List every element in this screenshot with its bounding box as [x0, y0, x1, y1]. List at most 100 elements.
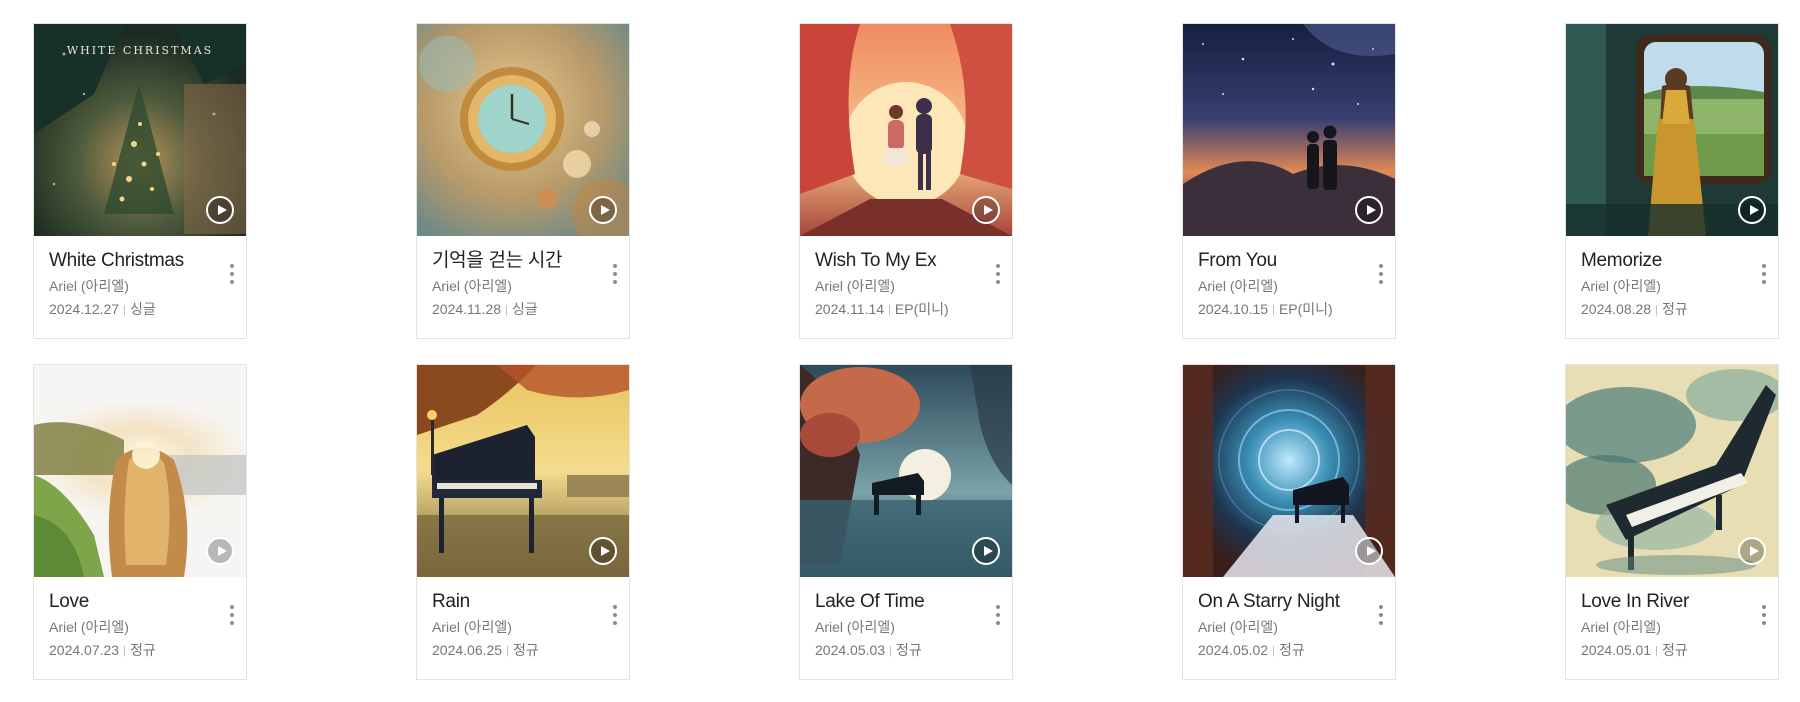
more-options-icon[interactable] [994, 605, 1002, 629]
play-icon[interactable] [1355, 196, 1383, 224]
album-card[interactable]: On A Starry Night Ariel (아리엘) 2024.05.02… [1182, 364, 1396, 680]
play-icon[interactable] [206, 196, 234, 224]
more-options-icon[interactable] [1760, 605, 1768, 629]
play-icon[interactable] [206, 537, 234, 565]
release-date: 2024.05.03 [815, 642, 886, 658]
album-info: Wish To My Ex Ariel (아리엘) 2024.11.14 | EP(… [815, 250, 982, 320]
more-options-icon[interactable] [1760, 264, 1768, 288]
separator: | [1655, 645, 1658, 657]
album-meta: 2024.10.15 | EP(미니) [1198, 300, 1365, 320]
play-icon[interactable] [589, 196, 617, 224]
separator: | [505, 304, 508, 316]
separator: | [1272, 645, 1275, 657]
play-icon[interactable] [1355, 537, 1383, 565]
album-card[interactable]: Rain Ariel (아리엘) 2024.06.25 | 정규 [416, 364, 630, 680]
album-type: 정규 [1661, 301, 1688, 317]
album-cover[interactable] [34, 365, 246, 577]
album-artist[interactable]: Ariel (아리엘) [1198, 618, 1365, 636]
separator: | [1655, 304, 1658, 316]
more-options-icon[interactable] [994, 264, 1002, 288]
album-cover[interactable] [800, 365, 1012, 577]
more-options-icon[interactable] [228, 264, 236, 288]
more-options-icon[interactable] [611, 264, 619, 288]
album-title[interactable]: White Christmas [49, 250, 216, 272]
album-card[interactable]: Lake Of Time Ariel (아리엘) 2024.05.03 | 정규 [799, 364, 1013, 680]
album-artist[interactable]: Ariel (아리엘) [432, 277, 599, 295]
separator: | [123, 304, 126, 316]
album-artist[interactable]: Ariel (아리엘) [49, 618, 216, 636]
more-options-icon[interactable] [1377, 605, 1385, 629]
album-grid: WHITE CHRISTMAS White Christmas Ariel (아… [0, 0, 1800, 702]
separator: | [1272, 304, 1275, 316]
album-meta: 2024.05.01 | 정규 [1581, 641, 1748, 661]
album-cover[interactable] [800, 24, 1012, 236]
play-icon[interactable] [972, 196, 1000, 224]
album-meta: 2024.08.28 | 정규 [1581, 300, 1748, 320]
album-meta: 2024.12.27 | 싱글 [49, 300, 216, 320]
album-info: From You Ariel (아리엘) 2024.10.15 | EP(미니) [1198, 250, 1365, 320]
album-meta: 2024.11.28 | 싱글 [432, 300, 599, 320]
album-card[interactable]: WHITE CHRISTMAS White Christmas Ariel (아… [33, 23, 247, 339]
album-cover[interactable] [1183, 24, 1395, 236]
album-title[interactable]: Love In River [1581, 591, 1748, 613]
album-card[interactable]: Love In River Ariel (아리엘) 2024.05.01 | 정규 [1565, 364, 1779, 680]
separator: | [889, 645, 892, 657]
more-options-icon[interactable] [1377, 264, 1385, 288]
album-meta: 2024.05.02 | 정규 [1198, 641, 1365, 661]
album-card[interactable]: 기억을 걷는 시간 Ariel (아리엘) 2024.11.28 | 싱글 [416, 23, 630, 339]
album-info: 기억을 걷는 시간 Ariel (아리엘) 2024.11.28 | 싱글 [432, 250, 599, 320]
album-artist[interactable]: Ariel (아리엘) [1581, 618, 1748, 636]
album-cover[interactable] [1183, 365, 1395, 577]
album-cover[interactable]: WHITE CHRISTMAS [34, 24, 246, 236]
more-options-icon[interactable] [611, 605, 619, 629]
album-cover[interactable] [417, 24, 629, 236]
album-cover[interactable] [417, 365, 629, 577]
release-date: 2024.10.15 [1198, 301, 1269, 317]
album-artist[interactable]: Ariel (아리엘) [815, 618, 982, 636]
album-title[interactable]: From You [1198, 250, 1365, 272]
album-type: 정규 [1278, 642, 1305, 658]
album-title[interactable]: Lake Of Time [815, 591, 982, 613]
album-artist[interactable]: Ariel (아리엘) [1198, 277, 1365, 295]
album-card[interactable]: Memorize Ariel (아리엘) 2024.08.28 | 정규 [1565, 23, 1779, 339]
album-title[interactable]: Love [49, 591, 216, 613]
separator: | [888, 304, 891, 316]
album-type: 정규 [512, 642, 539, 658]
album-type: 싱글 [511, 301, 538, 317]
release-date: 2024.07.23 [49, 642, 120, 658]
album-card[interactable]: From You Ariel (아리엘) 2024.10.15 | EP(미니) [1182, 23, 1396, 339]
play-icon[interactable] [1738, 537, 1766, 565]
album-info: Love In River Ariel (아리엘) 2024.05.01 | 정규 [1581, 591, 1748, 661]
album-title[interactable]: On A Starry Night [1198, 591, 1365, 613]
album-artist[interactable]: Ariel (아리엘) [1581, 277, 1748, 295]
album-artist[interactable]: Ariel (아리엘) [432, 618, 599, 636]
album-info: Lake Of Time Ariel (아리엘) 2024.05.03 | 정규 [815, 591, 982, 661]
album-title[interactable]: 기억을 걷는 시간 [432, 250, 599, 272]
album-info: Rain Ariel (아리엘) 2024.06.25 | 정규 [432, 591, 599, 661]
release-date: 2024.11.28 [432, 301, 502, 317]
separator: | [123, 645, 126, 657]
album-card[interactable]: Wish To My Ex Ariel (아리엘) 2024.11.14 | EP(… [799, 23, 1013, 339]
album-title[interactable]: Rain [432, 591, 599, 613]
more-options-icon[interactable] [228, 605, 236, 629]
album-info: White Christmas Ariel (아리엘) 2024.12.27 | 싱… [49, 250, 216, 320]
album-info: Memorize Ariel (아리엘) 2024.08.28 | 정규 [1581, 250, 1748, 320]
album-type: EP(미니) [894, 301, 949, 317]
album-cover[interactable] [1566, 24, 1778, 236]
album-title[interactable]: Memorize [1581, 250, 1748, 272]
album-meta: 2024.11.14 | EP(미니) [815, 300, 982, 320]
album-info: Love Ariel (아리엘) 2024.07.23 | 정규 [49, 591, 216, 661]
play-icon[interactable] [972, 537, 1000, 565]
album-cover[interactable] [1566, 365, 1778, 577]
album-type: EP(미니) [1278, 301, 1333, 317]
album-type: 싱글 [129, 301, 156, 317]
release-date: 2024.08.28 [1581, 301, 1652, 317]
play-icon[interactable] [589, 537, 617, 565]
album-artist[interactable]: Ariel (아리엘) [49, 277, 216, 295]
album-card[interactable]: Love Ariel (아리엘) 2024.07.23 | 정규 [33, 364, 247, 680]
album-type: 정규 [1661, 642, 1688, 658]
album-title[interactable]: Wish To My Ex [815, 250, 982, 272]
album-artist[interactable]: Ariel (아리엘) [815, 277, 982, 295]
play-icon[interactable] [1738, 196, 1766, 224]
release-date: 2024.05.01 [1581, 642, 1652, 658]
